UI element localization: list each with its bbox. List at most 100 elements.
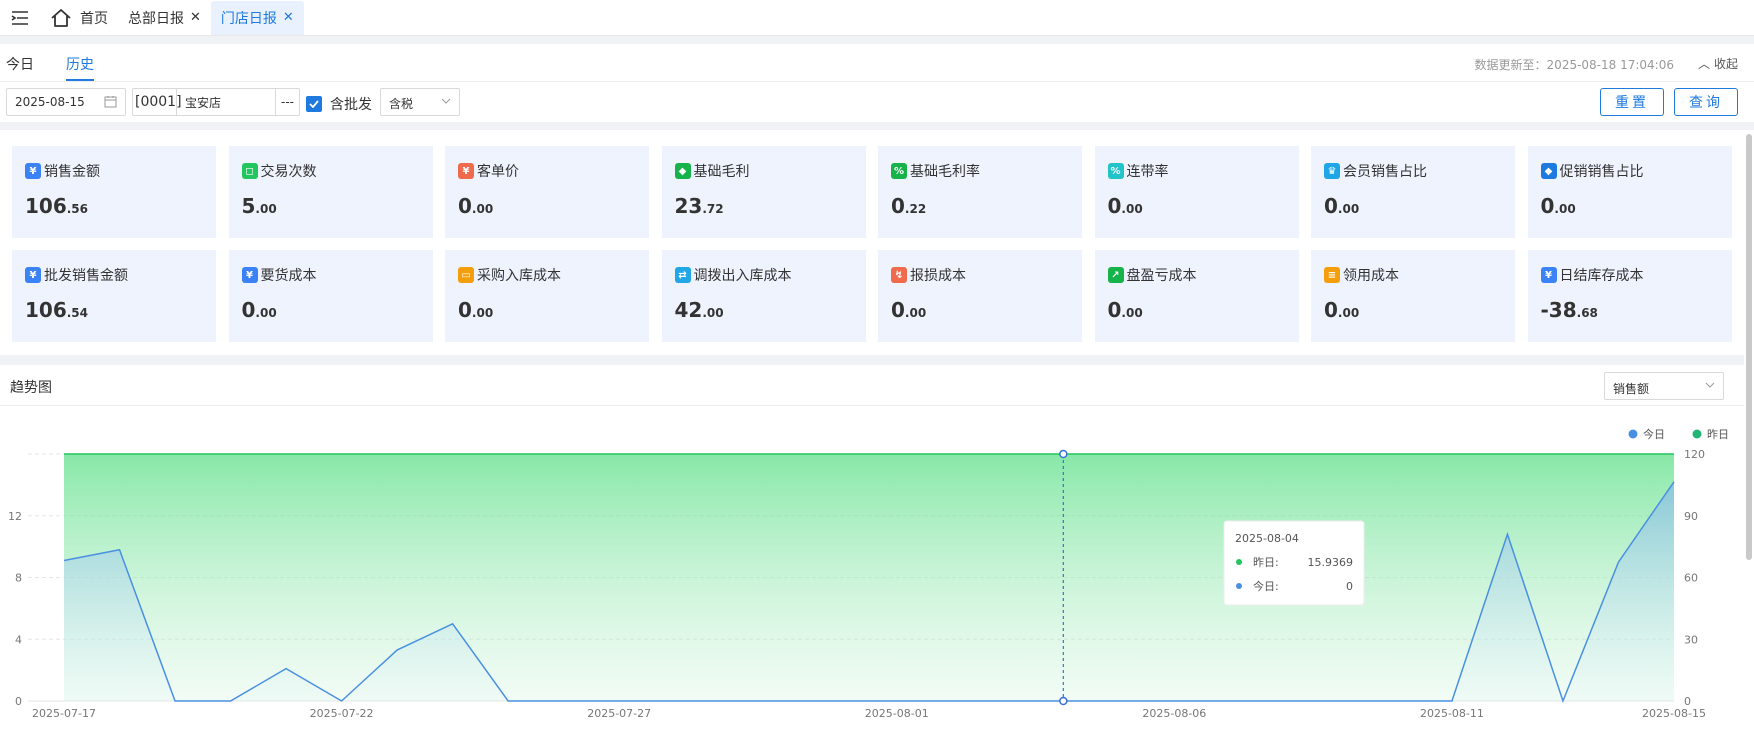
metric-integer: 0	[1540, 194, 1555, 218]
tooltip-marker	[1236, 583, 1242, 589]
y-left-tick-label: 8	[15, 572, 22, 585]
metric-integer: 0	[458, 298, 472, 322]
wholesale-checkbox-group[interactable]: 含批发	[306, 94, 372, 114]
metric-label: 基础毛利	[693, 164, 750, 180]
metric-label: 交易次数	[260, 164, 317, 180]
crown-icon: ♛	[1324, 163, 1340, 179]
data-update-time: 数据更新至：2025-08-18 17:04:06	[1474, 58, 1674, 72]
date-picker[interactable]: 2025-08-15	[6, 88, 126, 116]
tab-hq-daily[interactable]: 总部日报 ✕	[118, 1, 211, 35]
x-tick-label: 2025-08-06	[1142, 707, 1206, 720]
link-percent-icon: %	[1107, 163, 1124, 179]
metric-card: ¥ 日结库存成本 -38.68	[1527, 250, 1732, 342]
metric-card: ↗ 盘盈亏成本 0.00	[1094, 250, 1299, 342]
metric-label: 会员销售占比	[1343, 164, 1427, 180]
metric-integer: -38	[1540, 298, 1577, 322]
metric-value: 42.00	[675, 298, 724, 322]
metric-value: 0.00	[1541, 194, 1576, 218]
store-picker-button[interactable]: ---	[275, 89, 299, 115]
sub-tab-bar: 今日 历史 数据更新至：2025-08-18 17:04:06 ︿ 收起	[0, 44, 1754, 82]
metric-title: ▭ 采购入库成本	[458, 265, 561, 285]
metric-card: ◆ 基础毛利 23.72	[661, 146, 866, 238]
tab-label: 首页	[80, 10, 108, 27]
chevron-up-icon: ︿	[1698, 57, 1711, 71]
tax-select[interactable]: 含税	[380, 88, 460, 116]
metric-integer: 0	[1324, 298, 1338, 322]
subtab-today[interactable]: 今日	[6, 54, 34, 74]
y-right-tick-label: 60	[1684, 572, 1698, 585]
metric-decimal: .68	[1576, 306, 1598, 320]
x-tick-label: 2025-07-22	[310, 707, 374, 720]
metric-decimal: .00	[255, 306, 277, 320]
metric-value: 0.00	[891, 298, 926, 322]
metric-title: ◆ 基础毛利	[674, 161, 750, 181]
subtab-history[interactable]: 历史	[66, 54, 94, 74]
metric-title: % 基础毛利率	[891, 161, 980, 181]
metric-title: ◆ 促销销售占比	[1540, 161, 1644, 181]
metric-value: 0.00	[1108, 194, 1143, 218]
home-icon	[51, 8, 71, 27]
metric-card: % 连带率 0.00	[1094, 146, 1299, 238]
check-icon	[309, 100, 319, 108]
store-code: [0001]	[133, 89, 182, 115]
metric-label: 调拨出入库成本	[693, 268, 792, 284]
metric-label: 日结库存成本	[1559, 268, 1644, 284]
reset-button[interactable]: 重置	[1600, 88, 1664, 116]
x-tick-label: 2025-08-01	[865, 707, 929, 720]
tag-icon: ◆	[1540, 163, 1557, 179]
metric-card: ¥ 客单价 0.00	[445, 146, 649, 238]
tooltip-date: 2025-08-04	[1235, 532, 1299, 545]
metric-title: ◻ 交易次数	[241, 161, 317, 181]
metric-decimal: .22	[904, 202, 927, 216]
wholesale-checkbox[interactable]	[306, 96, 322, 112]
tab-home[interactable]: 首页	[40, 1, 118, 35]
metric-decimal: .00	[1337, 306, 1360, 320]
metric-value: 0.00	[1108, 298, 1143, 322]
tab-store-daily[interactable]: 门店日报 ✕	[210, 0, 304, 35]
calendar-icon	[104, 96, 117, 108]
metric-title: ¥ 销售金额	[25, 161, 100, 181]
top-tab-bar: 首页 总部日报 ✕ 门店日报 ✕	[0, 0, 1754, 36]
collapse-button[interactable]: ︿ 收起	[1698, 55, 1738, 72]
menu-toggle-button[interactable]	[0, 0, 40, 36]
metric-decimal: .72	[702, 202, 724, 216]
metric-card: % 基础毛利率 0.22	[878, 146, 1082, 238]
metric-decimal: .00	[1121, 202, 1143, 216]
metric-integer: 0	[241, 298, 256, 322]
hover-point-yesterday	[1059, 449, 1068, 459]
trend-panel: 趋势图 销售额 0 30 60 90 120 0 4 8 12 2025-07-17 2025-07…	[0, 365, 1744, 731]
metric-value: -38.68	[1541, 298, 1598, 322]
store-selector[interactable]: [0001] 宝安店 ---	[132, 88, 300, 116]
trend-icon: ↗	[1107, 267, 1124, 283]
metric-decimal: .00	[1121, 306, 1143, 320]
query-button[interactable]: 查询	[1674, 88, 1738, 116]
metric-value: 0.00	[1324, 298, 1359, 322]
metric-card: ⇄ 调拨出入库成本 42.00	[661, 250, 866, 342]
trend-chart[interactable]: 0 30 60 90 120 0 4 8 12 2025-07-17 2025-07-22 2025-…	[0, 365, 1744, 731]
metric-card: ▭ 采购入库成本 0.00	[445, 250, 649, 342]
active-tab-indicator	[66, 79, 94, 81]
diamond-icon: ◆	[674, 163, 691, 179]
scrollbar-thumb[interactable]	[1746, 134, 1752, 560]
metric-integer: 23	[674, 194, 703, 218]
metric-title: ¥ 要货成本	[241, 265, 317, 285]
chevron-down-icon	[441, 98, 451, 104]
metric-label: 批发销售金额	[44, 268, 128, 284]
metric-label: 连带率	[1126, 164, 1169, 180]
x-tick-label: 2025-08-15	[1642, 707, 1706, 720]
metric-decimal: .00	[471, 306, 494, 320]
transfer-icon: ⇄	[674, 267, 691, 283]
tooltip-marker	[1236, 559, 1242, 565]
close-icon[interactable]: ✕	[190, 10, 201, 25]
close-icon[interactable]: ✕	[283, 10, 294, 25]
metric-decimal: .56	[66, 202, 89, 216]
page-scrollbar[interactable]	[1744, 130, 1754, 731]
filter-bar: 2025-08-15 [0001] 宝安店 --- 含批发 含税 重置 查询	[0, 82, 1754, 122]
metric-label: 盘盈亏成本	[1126, 268, 1197, 284]
metric-decimal: .00	[1554, 202, 1576, 216]
metric-integer: 0	[891, 194, 905, 218]
metric-integer: 0	[458, 194, 472, 218]
legend-today-label: 今日	[1643, 427, 1665, 441]
menu-icon	[11, 10, 28, 25]
metric-decimal: .54	[66, 306, 89, 320]
